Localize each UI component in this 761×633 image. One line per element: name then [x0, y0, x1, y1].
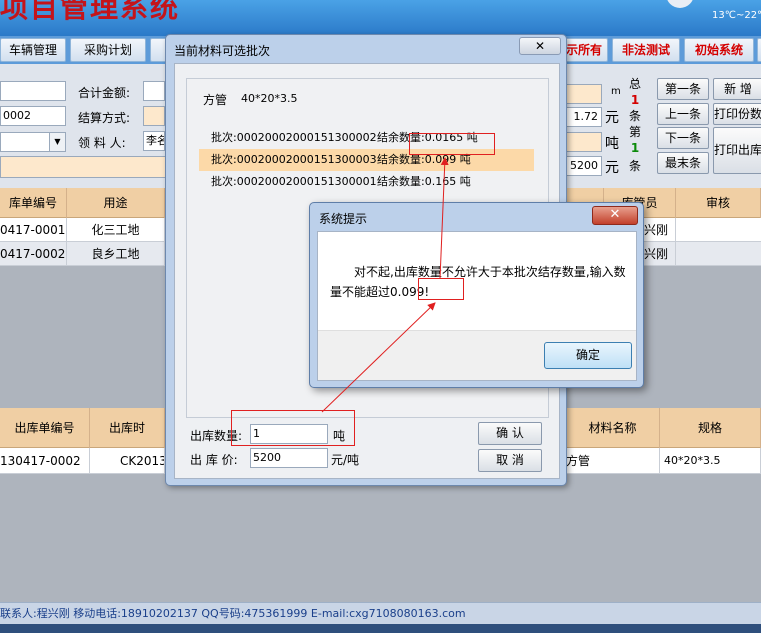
page-count-unit: 条	[628, 159, 641, 173]
row-out-date: CK20130	[90, 448, 165, 474]
receiver-field[interactable]: 李名	[143, 131, 165, 151]
unit-m: m	[611, 86, 621, 97]
select-field[interactable]: ▼	[0, 132, 66, 152]
settlement-field[interactable]	[143, 106, 165, 126]
close-icon[interactable]: ✕	[519, 37, 561, 55]
menu-overflow-item[interactable]	[757, 38, 761, 62]
row-material: 方管	[566, 448, 660, 474]
add-button[interactable]: 新 增	[713, 78, 761, 100]
settlement-label: 结算方式:	[78, 111, 131, 125]
row-use: 良乡工地	[67, 242, 165, 266]
quantity-field[interactable]: 1.72	[566, 107, 602, 127]
col-header-spec[interactable]: 规格	[660, 408, 761, 448]
top-left-field[interactable]	[0, 81, 66, 101]
batch-number: 批次:00020002000151300001	[211, 175, 377, 188]
batch-remain: 结余数量:0.165 吨	[377, 175, 471, 188]
confirm-button[interactable]: 确 认	[478, 422, 542, 445]
alert-title: 系统提示	[319, 212, 368, 226]
first-record-button[interactable]: 第一条	[657, 78, 709, 100]
menu-illegal-test[interactable]: 非法测试	[612, 38, 680, 62]
total-count-value: 1	[630, 93, 640, 107]
row-use: 化三工地	[67, 218, 165, 242]
out-price-label: 出 库 价:	[190, 453, 238, 467]
menu-init-system[interactable]: 初始系统	[684, 38, 754, 62]
code-field[interactable]: 0002	[0, 106, 66, 126]
out-price-input[interactable]: 5200	[250, 448, 328, 468]
unit-yuan-2: 元	[605, 160, 619, 176]
system-alert-dialog: 系统提示 ✕ 对不起,出库数量不允许大于本批次结存数量,输入数量不能超过0.09…	[309, 202, 644, 388]
total-count-label: 总	[628, 77, 641, 91]
menu-vehicle-management[interactable]: 车辆管理	[0, 38, 66, 62]
close-icon[interactable]: ✕	[592, 206, 638, 225]
page-count-value: 1	[630, 141, 640, 155]
lower-table-empty-area	[0, 474, 761, 602]
app-title: 项目管理系统	[0, 0, 181, 24]
ok-button[interactable]: 确定	[544, 342, 632, 369]
col-header-code[interactable]: 库单编号	[0, 188, 67, 218]
right-field-1[interactable]	[566, 84, 602, 104]
prev-record-button[interactable]: 上一条	[657, 103, 709, 125]
col-header-material[interactable]: 材料名称	[566, 408, 660, 448]
col-header-audit[interactable]: 审核	[676, 188, 761, 218]
annotation-box-qty	[231, 410, 355, 446]
next-record-button[interactable]: 下一条	[657, 127, 709, 149]
total-amount-field[interactable]	[143, 81, 165, 101]
annotation-box-remain	[409, 133, 495, 155]
chevron-down-icon[interactable]: ▼	[49, 133, 65, 151]
menu-show-all[interactable]: 示所有	[560, 38, 608, 62]
remark-field[interactable]	[0, 156, 166, 178]
col-header-out-code[interactable]: 出库单编号	[0, 408, 90, 448]
row-out-code: 130417-0002	[0, 448, 90, 474]
row-code: 0417-0002	[0, 242, 67, 266]
weather-icon	[666, 0, 694, 8]
row-code: 0417-0001	[0, 218, 67, 242]
receiver-label: 领 料 人:	[78, 136, 126, 150]
price-field[interactable]: 5200	[566, 156, 602, 176]
menu-purchase-plan[interactable]: 采购计划	[70, 38, 146, 62]
out-price-unit: 元/吨	[331, 453, 360, 467]
dialog-title: 当前材料可选批次	[174, 44, 271, 58]
print-copies-button[interactable]: 打印份数	[713, 103, 761, 125]
alert-body: 对不起,出库数量不允许大于本批次结存数量,输入数量不能超过0.099! 确定	[317, 231, 637, 381]
annotation-box-message	[418, 278, 464, 300]
page-count-label: 第	[628, 125, 641, 139]
weather-text: 13℃~22℃	[712, 10, 761, 21]
total-amount-label: 合计金额:	[78, 86, 131, 100]
alert-message: 对不起,出库数量不允许大于本批次结存数量,输入数量不能超过0.099!	[330, 265, 626, 299]
status-bar: 联系人:程兴刚 移动电话:18910202137 QQ号码:475361999 …	[0, 602, 761, 624]
batch-option[interactable]: 批次:00020002000151300001 结余数量:0.165 吨	[199, 171, 534, 193]
app-header: 项目管理系统 13℃~22℃	[0, 0, 761, 36]
cancel-button[interactable]: 取 消	[478, 449, 542, 472]
print-out-button[interactable]: 打印出库	[713, 127, 761, 174]
material-spec: 40*20*3.5	[241, 92, 298, 105]
last-record-button[interactable]: 最末条	[657, 152, 709, 174]
col-header-out-date[interactable]: 出库时	[90, 408, 165, 448]
os-taskbar	[0, 624, 761, 633]
unit-ton: 吨	[605, 136, 619, 152]
row-spec: 40*20*3.5	[660, 448, 761, 474]
col-header-use[interactable]: 用途	[67, 188, 165, 218]
right-field-3[interactable]	[566, 132, 602, 152]
material-name: 方管	[203, 93, 228, 107]
batch-number: 批次:00020002000151300002	[211, 131, 377, 144]
batch-number: 批次:00020002000151300003	[211, 153, 377, 166]
total-count-unit: 条	[628, 109, 641, 123]
unit-yuan: 元	[605, 110, 619, 126]
